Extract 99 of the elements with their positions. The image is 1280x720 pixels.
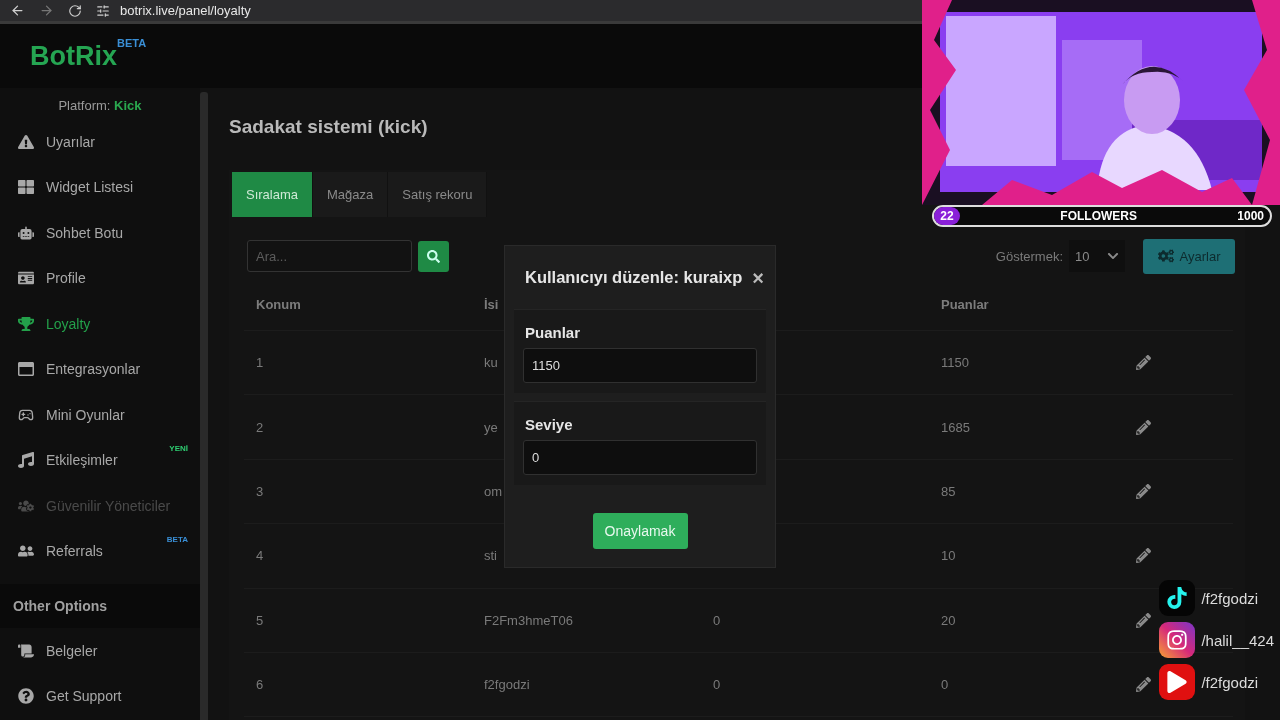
reload-icon[interactable]: [68, 3, 82, 18]
grid-icon: [18, 179, 34, 196]
table-cell: 85: [941, 483, 956, 499]
sidebar-item-label: Etkileşimler: [46, 452, 118, 469]
table-cell: 5: [256, 612, 264, 628]
sidebar-item[interactable]: Entegrasyonlar: [0, 346, 200, 392]
sidebar-item[interactable]: Profile: [0, 255, 200, 301]
page-title: Sadakat sistemi (kick): [229, 116, 429, 138]
sidebar-item[interactable]: Loyalty: [0, 301, 200, 347]
site-settings-icon[interactable]: [96, 3, 110, 18]
sidebar-item-label: Referrals: [46, 543, 103, 560]
column-header: Puanlar: [941, 297, 989, 312]
scroll-icon: [18, 642, 34, 659]
sidebar-item[interactable]: Mini Oyunlar: [0, 392, 200, 438]
sidebar-item-label: Belgeler: [46, 642, 98, 659]
search-field[interactable]: Ara...: [247, 240, 412, 272]
sidebar-item[interactable]: Referrals BETA: [0, 528, 200, 574]
music-note-icon: [18, 452, 34, 469]
tab[interactable]: Mağaza: [313, 172, 389, 217]
table-cell: 2: [256, 419, 264, 435]
sidebar-item[interactable]: Belgeler: [0, 628, 200, 674]
chevron-down-icon: [1107, 250, 1119, 262]
window-icon: [18, 361, 34, 378]
table-cell: f2fgodzi: [484, 677, 530, 693]
column-header: Konum: [256, 297, 301, 312]
music-note-icon: [1159, 580, 1196, 616]
table-cell: 1: [256, 355, 264, 371]
play-icon: [1159, 664, 1196, 700]
sidebar-item[interactable]: Uyarılar: [0, 119, 200, 165]
sidebar-item-label: Sohbet Botu: [46, 224, 124, 241]
forward-icon[interactable]: [39, 3, 54, 18]
table-cell: 0: [941, 677, 949, 693]
table-cell: F2Fm3hmeT06: [484, 612, 573, 628]
beta-label: BETA: [117, 36, 147, 49]
close-button[interactable]: ×: [752, 267, 764, 288]
followers-label: FOLLOWERS: [1060, 209, 1137, 223]
sidebar-item-label: Uyarılar: [46, 133, 95, 150]
sidebar-item[interactable]: Get Support: [0, 673, 200, 719]
sidebar-item-label: Loyalty: [46, 315, 91, 332]
table-cell: ye: [484, 419, 498, 435]
people-icon: [18, 543, 34, 560]
sidebar-item-label: Mini Oyunlar: [46, 406, 125, 423]
camera-icon: [1159, 622, 1196, 658]
table-cell: 0: [713, 612, 721, 628]
back-icon[interactable]: [10, 3, 25, 18]
table-cell: 1150: [941, 355, 969, 371]
platform-label: Platform: Kick: [57, 98, 143, 113]
pencil-icon[interactable]: [1136, 612, 1151, 628]
sidebar-item-label: Profile: [46, 270, 86, 287]
scrollbar[interactable]: [200, 92, 208, 720]
help-icon: [18, 688, 34, 705]
search-icon: [427, 249, 440, 263]
input-field[interactable]: 1150: [523, 348, 757, 383]
table-cell: 20: [941, 612, 956, 628]
pencil-icon[interactable]: [1136, 677, 1151, 693]
search-button[interactable]: [418, 240, 449, 272]
social-handle: /f2fgodzi: [1201, 673, 1259, 691]
pencil-icon[interactable]: [1136, 355, 1151, 371]
followers-count: 22: [934, 207, 960, 225]
warning-icon: [18, 133, 34, 150]
table-cell: sti: [484, 548, 497, 564]
badge-label: BETA: [166, 534, 188, 544]
badge-label: YENİ: [169, 443, 188, 453]
table-cell: 10: [941, 548, 956, 564]
pencil-icon[interactable]: [1136, 483, 1151, 499]
gears-icon: [1157, 248, 1174, 264]
id-card-icon: [18, 270, 34, 287]
table-cell: ku: [484, 355, 498, 371]
tab[interactable]: Satış rekoru: [388, 172, 488, 217]
robot-icon: [18, 224, 34, 241]
table-cell: 0: [713, 677, 721, 693]
sidebar-item[interactable]: Widget Listesi: [0, 164, 200, 210]
social-handle: /f2fgodzi: [1201, 589, 1259, 607]
column-header: İsi: [484, 297, 499, 312]
dialog-title: Kullanıcıyı düzenle: kuraixp: [525, 268, 743, 287]
address-bar[interactable]: botrix.live/panel/loyalty: [120, 3, 251, 18]
table-cell: 4: [256, 548, 264, 564]
sidebar-item[interactable]: Sohbet Botu: [0, 210, 200, 256]
table-cell: 1685: [941, 419, 970, 435]
table-cell: 3: [256, 483, 264, 499]
pencil-icon[interactable]: [1136, 548, 1151, 564]
sidebar-item-label: Widget Listesi: [46, 179, 134, 196]
show-label: Göstermek:: [995, 248, 1063, 264]
input-field[interactable]: 0: [523, 440, 757, 475]
trophy-icon: [18, 315, 34, 332]
sidebar-item[interactable]: Etkileşimler YENİ: [0, 437, 200, 483]
sidebar-item-label: Güvenilir Yöneticiler: [46, 497, 171, 514]
page-size-select[interactable]: 10: [1069, 240, 1125, 272]
field-label: Puanlar: [524, 324, 582, 341]
table-cell: om: [484, 483, 503, 499]
field-label: Seviye: [524, 416, 574, 433]
sidebar-item-label: Get Support: [46, 688, 122, 705]
pencil-icon[interactable]: [1136, 419, 1151, 435]
followers-goal: 1000: [1237, 209, 1264, 223]
table-cell: 6: [256, 677, 264, 693]
sidebar-item-label: Entegrasyonlar: [46, 361, 141, 378]
logo[interactable]: BotRix: [30, 40, 117, 72]
section-title: Other Options: [0, 584, 200, 628]
social-handle: /halil__424: [1201, 631, 1274, 649]
